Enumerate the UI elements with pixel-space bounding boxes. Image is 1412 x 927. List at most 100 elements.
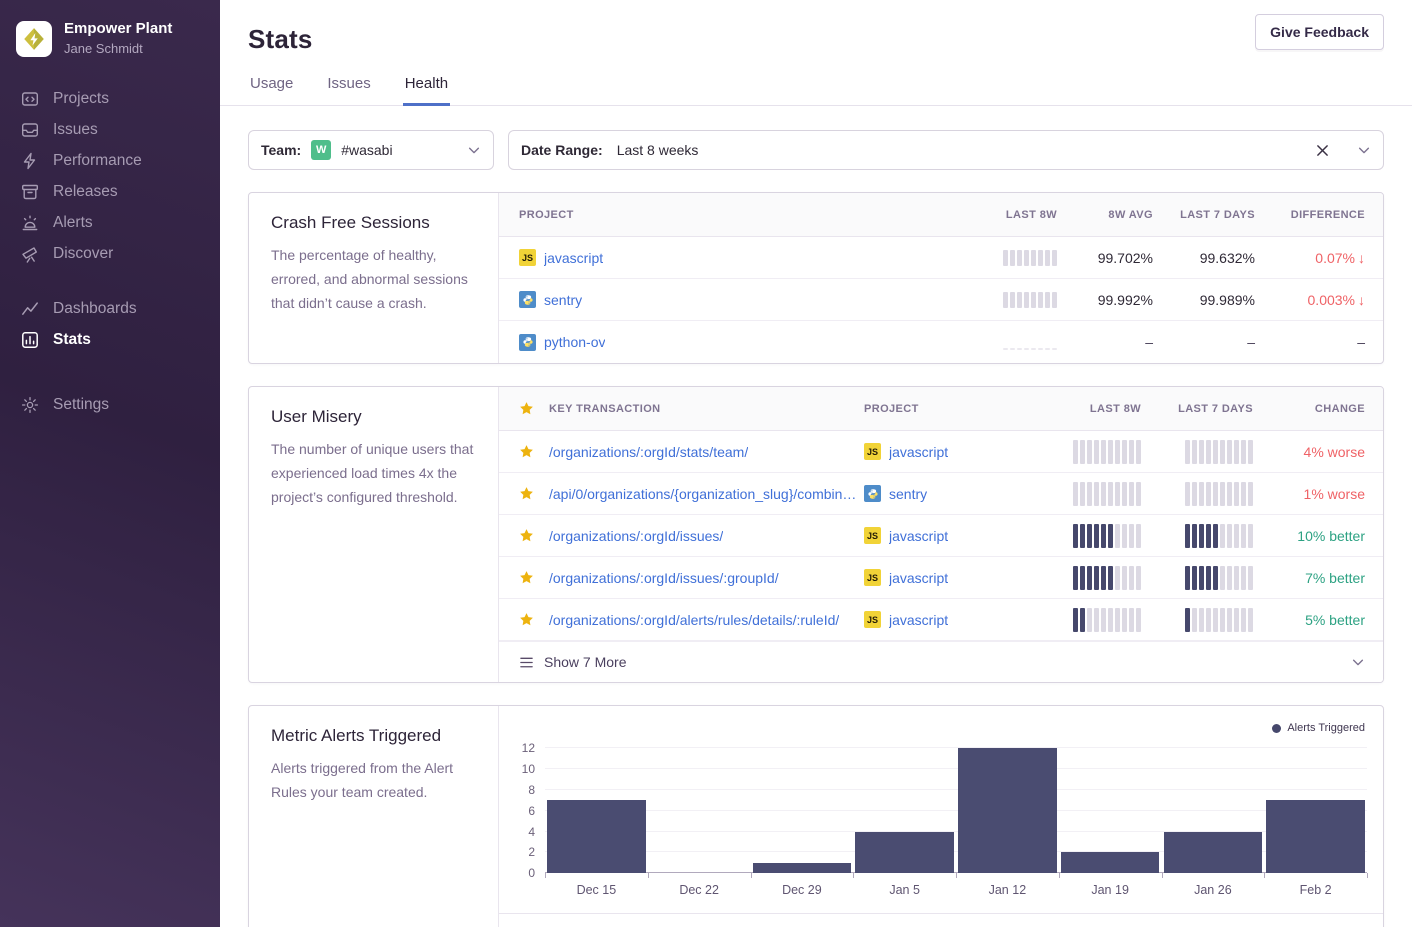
project-link[interactable]: javascript (889, 570, 948, 586)
sparkline-bars (1003, 292, 1057, 308)
sidebar-item-label: Issues (53, 121, 98, 139)
python-platform-icon (519, 334, 536, 351)
project-cell: sentry (864, 485, 1029, 502)
clear-icon[interactable] (1316, 144, 1329, 157)
sparkline-bars (1003, 250, 1057, 266)
chart-bar[interactable] (1164, 832, 1263, 874)
show-more-button[interactable]: Show 7 More (499, 641, 1383, 682)
chart-bar[interactable] (1061, 852, 1160, 873)
javascript-platform-icon: JS (864, 569, 881, 586)
stats-icon (20, 330, 39, 349)
transaction-link[interactable]: /api/0/organizations/{organization_slug}… (549, 486, 864, 502)
chart-bar[interactable] (855, 832, 954, 874)
settings-icon (20, 395, 39, 414)
y-axis-tick-label: 4 (528, 825, 535, 839)
key-transaction-star-icon (519, 401, 549, 416)
x-axis-tick (751, 873, 752, 878)
x-axis-tick (1162, 873, 1163, 878)
chart-bar[interactable] (1266, 800, 1365, 873)
javascript-platform-icon: JS (864, 611, 881, 628)
x-axis-tick (648, 873, 649, 878)
star-icon[interactable] (519, 444, 549, 459)
project-cell: python-ov (519, 334, 947, 351)
star-icon[interactable] (519, 612, 549, 627)
sidebar-item-issues[interactable]: Issues (0, 114, 220, 145)
column-header: LAST 7 DAYS (1141, 403, 1253, 415)
arrow-down-icon: ↓ (1358, 292, 1365, 308)
x-axis-tick (1264, 873, 1265, 878)
project-link[interactable]: javascript (889, 612, 948, 628)
panel-subtitle: Alerts triggered from the Alert Rules yo… (271, 756, 476, 804)
project-link[interactable]: javascript (889, 528, 948, 544)
x-axis-label: Jan 19 (1059, 883, 1162, 897)
transaction-link[interactable]: /organizations/:orgId/stats/team/ (549, 444, 748, 460)
transaction-link[interactable]: /organizations/:orgId/issues/:groupId/ (549, 570, 779, 586)
sidebar-item-alerts[interactable]: Alerts (0, 207, 220, 238)
sidebar-item-label: Performance (53, 152, 142, 170)
star-icon[interactable] (519, 570, 549, 585)
chart-slot: Jan 12 (956, 736, 1059, 873)
date-range-label: Date Range: (521, 142, 603, 158)
project-link[interactable]: sentry (889, 486, 927, 502)
chart-bar[interactable] (958, 748, 1057, 873)
difference-value: – (1255, 334, 1365, 350)
sidebar-item-releases[interactable]: Releases (0, 176, 220, 207)
org-switcher[interactable]: Empower Plant Jane Schmidt (0, 20, 220, 83)
python-platform-icon (519, 291, 536, 308)
last-7-days-sparkline (1141, 524, 1253, 548)
sidebar-item-stats[interactable]: Stats (0, 324, 220, 355)
metric-alerts-panel: Metric Alerts Triggered Alerts triggered… (248, 705, 1384, 927)
team-selector[interactable]: Team: W #wasabi (248, 130, 494, 170)
tab-health[interactable]: Health (403, 75, 450, 106)
chart-bar[interactable] (753, 863, 852, 873)
chart-legend: Alerts Triggered (1272, 722, 1365, 734)
transaction-cell: /organizations/:orgId/stats/team/ (549, 444, 864, 460)
last-8w-sparkline (1029, 440, 1141, 464)
org-text: Empower Plant Jane Schmidt (64, 20, 172, 57)
tab-usage[interactable]: Usage (248, 75, 295, 106)
project-cell: JS javascript (864, 569, 1029, 586)
star-icon[interactable] (519, 486, 549, 501)
show-more-label: Show 7 More (544, 654, 626, 670)
project-link[interactable]: javascript (544, 250, 603, 266)
last-8w-sparkline (1029, 566, 1141, 590)
sidebar-nav: Projects Issues Performance Releases Alerts D… (0, 83, 220, 420)
star-icon[interactable] (519, 528, 549, 543)
column-header: DIFFERENCE (1255, 209, 1365, 221)
sidebar-item-settings[interactable]: Settings (0, 389, 220, 420)
transaction-link[interactable]: /organizations/:orgId/alerts/rules/detai… (549, 612, 839, 628)
date-range-selector[interactable]: Date Range: Last 8 weeks (508, 130, 1384, 170)
table-header-row: KEY TRANSACTIONPROJECTLAST 8WLAST 7 DAYS… (499, 387, 1383, 431)
transaction-link[interactable]: /organizations/:orgId/issues/ (549, 528, 723, 544)
tab-issues[interactable]: Issues (325, 75, 372, 106)
sidebar-item-dashboards[interactable]: Dashboards (0, 293, 220, 324)
sidebar-item-performance[interactable]: Performance (0, 145, 220, 176)
sidebar-item-projects[interactable]: Projects (0, 83, 220, 114)
last-7-days-value: 99.632% (1153, 250, 1255, 266)
last-7-days-value: 99.989% (1153, 292, 1255, 308)
project-cell: JS javascript (864, 443, 1029, 460)
change-value: 10% better (1253, 528, 1365, 544)
crash-free-sessions-panel: Crash Free Sessions The percentage of he… (248, 192, 1384, 364)
last-8w-sparkline (1029, 524, 1141, 548)
sidebar-item-label: Alerts (53, 214, 93, 232)
chart-bar[interactable] (547, 800, 646, 873)
sparkline-bars (1073, 440, 1141, 464)
javascript-platform-icon: JS (864, 443, 881, 460)
discover-icon (20, 244, 39, 263)
sidebar-item-discover[interactable]: Discover (0, 238, 220, 269)
project-link[interactable]: sentry (544, 292, 582, 308)
crash-free-table: PROJECTLAST 8W8W AVGLAST 7 DAYSDIFFERENC… (499, 193, 1383, 363)
project-link[interactable]: javascript (889, 444, 948, 460)
x-axis-tick (545, 873, 546, 878)
chart-slot: Jan 5 (853, 736, 956, 873)
chart-slot: Dec 22 (648, 736, 751, 873)
team-value: #wasabi (341, 142, 392, 158)
give-feedback-button[interactable]: Give Feedback (1255, 14, 1384, 50)
org-user: Jane Schmidt (64, 41, 172, 57)
project-link[interactable]: python-ov (544, 334, 605, 350)
alerts-chart-plot: 024681012Dec 15Dec 22Dec 29Jan 5Jan 12Ja… (545, 736, 1367, 873)
difference-value: 0.07%↓ (1255, 250, 1365, 266)
legend-label: Alerts Triggered (1287, 722, 1365, 734)
column-header: LAST 8W (1029, 403, 1141, 415)
